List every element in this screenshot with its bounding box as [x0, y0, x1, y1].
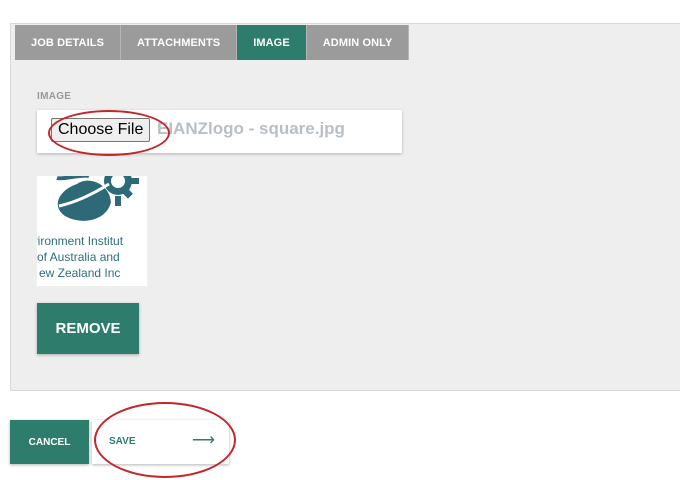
selected-file-name: EIANZlogo - square.jpg: [157, 119, 345, 138]
uploaded-image-preview: nvironment Institut of Australia and ew …: [37, 176, 147, 286]
logo-text-line-2: of Australia and: [37, 250, 120, 264]
remove-button[interactable]: REMOVE: [37, 303, 139, 354]
save-button[interactable]: SAVE ⟶: [92, 420, 229, 464]
tab-bar: JOB DETAILS ATTACHMENTS IMAGE ADMIN ONLY: [15, 25, 410, 60]
tab-image[interactable]: IMAGE: [237, 25, 307, 60]
save-button-label: SAVE: [109, 436, 136, 447]
choose-file-button[interactable]: Choose File: [51, 118, 151, 142]
cancel-button[interactable]: CANCEL: [10, 420, 89, 464]
tab-job-details[interactable]: JOB DETAILS: [15, 25, 122, 60]
logo-text-line-1: nvironment Institut: [37, 234, 124, 248]
arrow-right-icon: ⟶: [192, 432, 215, 449]
image-field-label: IMAGE: [37, 91, 72, 102]
tab-admin-only[interactable]: ADMIN ONLY: [306, 25, 410, 60]
leaf-logo-icon: [56, 176, 139, 221]
tab-attachments[interactable]: ATTACHMENTS: [121, 25, 238, 60]
file-input-field[interactable]: Choose File EIANZlogo - square.jpg: [37, 110, 402, 153]
logo-text-line-3: ew Zealand Inc: [39, 266, 121, 280]
